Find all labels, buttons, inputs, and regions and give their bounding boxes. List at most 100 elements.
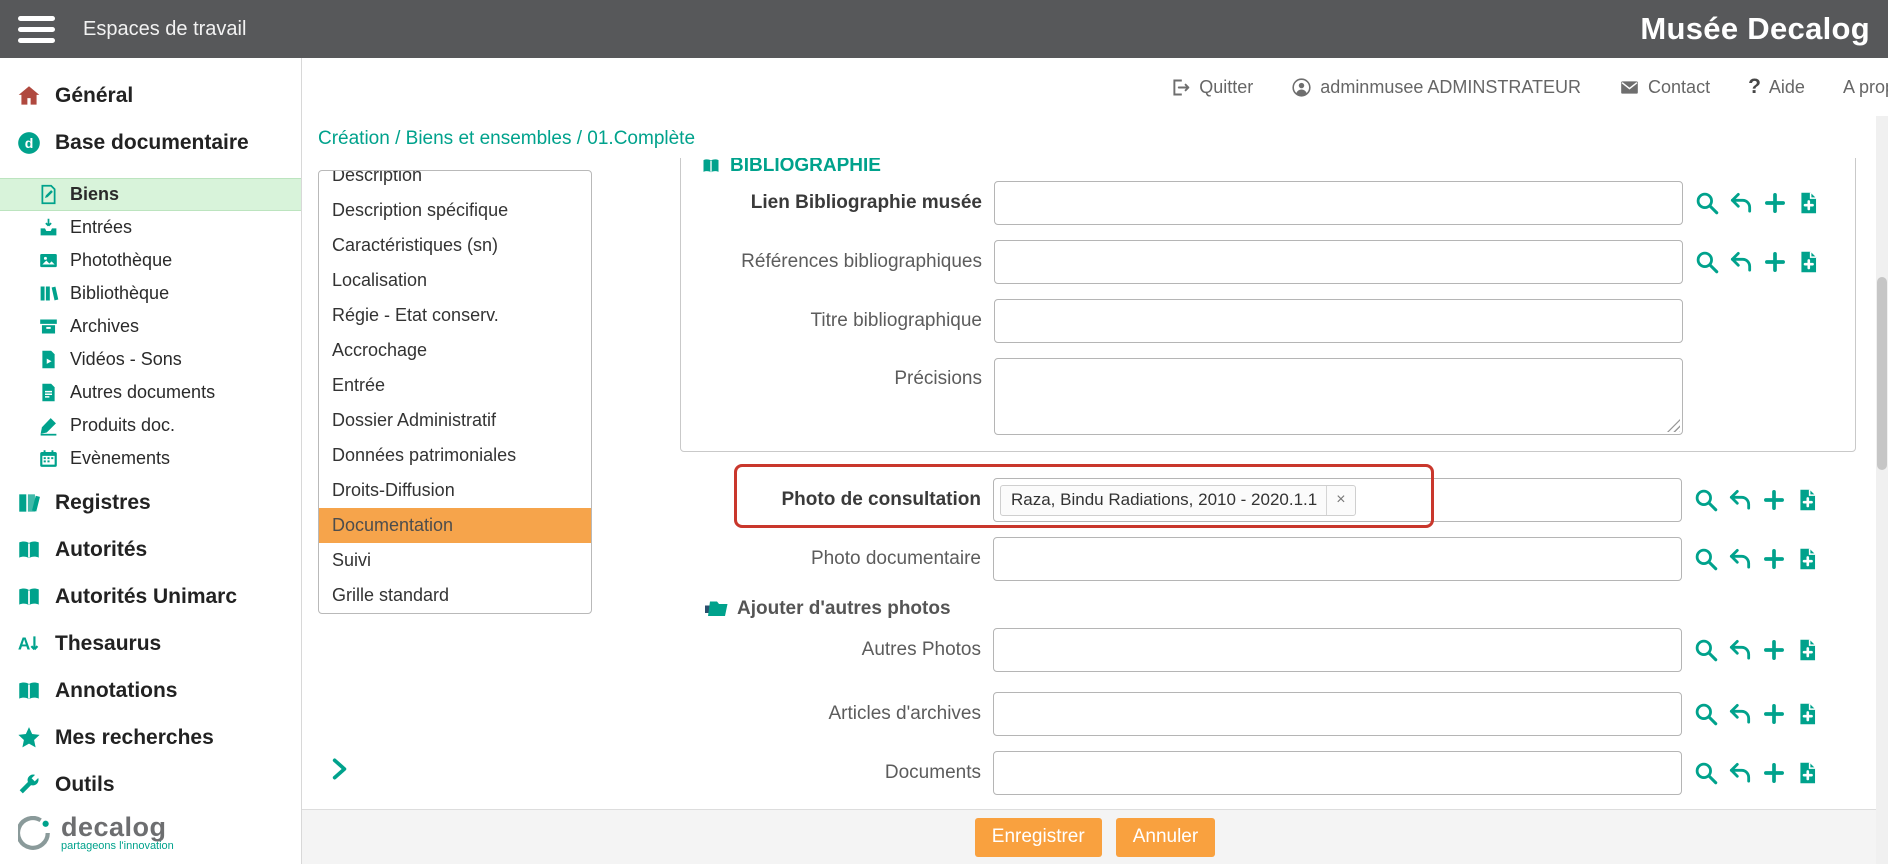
undo-icon[interactable] <box>1727 637 1753 663</box>
precisions-textarea[interactable] <box>994 358 1683 435</box>
undo-icon[interactable] <box>1728 249 1754 275</box>
sidebar-item-mes-recherches[interactable]: Mes recherches <box>0 714 301 761</box>
field-row-documents: Documents <box>680 751 1888 795</box>
sidebar-item-base-documentaire[interactable]: Base documentaire <box>0 119 301 166</box>
documents-input[interactable] <box>993 751 1682 795</box>
sidebar-item-autorites[interactable]: Autorités <box>0 526 301 573</box>
sidebar-item-label: Annotations <box>55 679 177 703</box>
undo-icon[interactable] <box>1728 190 1754 216</box>
titre-bibliographique-input[interactable] <box>994 299 1683 343</box>
field-label: Autres Photos <box>680 639 981 661</box>
sidebar-item-phototheque[interactable]: Photothèque <box>0 244 301 277</box>
add-icon[interactable] <box>1761 487 1787 513</box>
sidebar-item-label: Outils <box>55 773 115 797</box>
sidebar-item-registres[interactable]: Registres <box>0 479 301 526</box>
sidebar-item-thesaurus[interactable]: Thesaurus <box>0 620 301 667</box>
search-icon[interactable] <box>1694 249 1720 275</box>
topbar: Espaces de travail Musée Decalog <box>0 0 1888 58</box>
current-user[interactable]: adminmusee ADMINSTRATEUR <box>1291 77 1581 98</box>
form-nav-item-suivi[interactable]: Suivi <box>319 543 591 578</box>
autres-photos-section-header[interactable]: Ajouter d'autres photos <box>680 596 1888 622</box>
form-nav-item-droits-diffusion[interactable]: Droits-Diffusion <box>319 473 591 508</box>
form-nav-item-description[interactable]: Description <box>319 170 591 193</box>
add-icon[interactable] <box>1761 637 1787 663</box>
new-document-icon[interactable] <box>1796 190 1822 216</box>
search-icon[interactable] <box>1693 487 1719 513</box>
add-icon[interactable] <box>1762 249 1788 275</box>
menu-icon[interactable] <box>18 16 55 43</box>
form-nav-item-caracteristiques[interactable]: Caractéristiques (sn) <box>319 228 591 263</box>
undo-icon[interactable] <box>1727 701 1753 727</box>
sidebar-item-autres-documents[interactable]: Autres documents <box>0 376 301 409</box>
articles-archives-input[interactable] <box>993 692 1682 736</box>
search-icon[interactable] <box>1694 190 1720 216</box>
help-button[interactable]: ? Aide <box>1748 75 1805 99</box>
form-nav-item-dossier-administratif[interactable]: Dossier Administratif <box>319 403 591 438</box>
new-document-icon[interactable] <box>1795 546 1821 572</box>
sidebar-item-general[interactable]: Général <box>0 72 301 119</box>
scrollbar-thumb[interactable] <box>1877 277 1887 470</box>
sidebar: Général Base documentaire Biens Entrées … <box>0 58 302 864</box>
form-nav-item-localisation[interactable]: Localisation <box>319 263 591 298</box>
quit-button[interactable]: Quitter <box>1170 77 1253 98</box>
undo-icon[interactable] <box>1727 487 1753 513</box>
sidebar-item-bibliotheque[interactable]: Bibliothèque <box>0 277 301 310</box>
quit-label: Quitter <box>1199 77 1253 98</box>
open-book-icon <box>16 537 42 563</box>
field-label: Photo de consultation <box>680 489 981 511</box>
sidebar-item-produits-doc[interactable]: Produits doc. <box>0 409 301 442</box>
field-actions <box>1694 181 1822 225</box>
lien-bibliographie-input[interactable] <box>994 181 1683 225</box>
sidebar-item-biens[interactable]: Biens <box>0 178 301 211</box>
new-document-icon[interactable] <box>1796 249 1822 275</box>
sidebar-item-videos-sons[interactable]: Vidéos - Sons <box>0 343 301 376</box>
remove-chip-icon[interactable]: × <box>1326 486 1354 515</box>
add-icon[interactable] <box>1761 546 1787 572</box>
app-title: Musée Decalog <box>1640 11 1874 47</box>
search-icon[interactable] <box>1693 637 1719 663</box>
new-document-icon[interactable] <box>1795 760 1821 786</box>
open-book-icon <box>16 584 42 610</box>
bibliographie-section-header[interactable]: BIBLIOGRAPHIE <box>681 158 1855 181</box>
search-icon[interactable] <box>1693 701 1719 727</box>
autres-photos-input[interactable] <box>993 628 1682 672</box>
form-nav-item-donnees-patrimoniales[interactable]: Données patrimoniales <box>319 438 591 473</box>
sidebar-item-evenements[interactable]: Evènements <box>0 442 301 475</box>
photo-consultation-input[interactable]: Raza, Bindu Radiations, 2010 - 2020.1.1 … <box>993 478 1682 522</box>
undo-icon[interactable] <box>1727 546 1753 572</box>
sidebar-item-autorites-unimarc[interactable]: Autorités Unimarc <box>0 573 301 620</box>
expand-panel-chevron-icon[interactable] <box>326 754 352 784</box>
new-document-icon[interactable] <box>1795 637 1821 663</box>
photo-documentaire-input[interactable] <box>993 537 1682 581</box>
document-lines-icon <box>38 382 59 403</box>
search-icon[interactable] <box>1693 546 1719 572</box>
form-nav-item-grille-standard[interactable]: Grille standard <box>319 578 591 613</box>
contact-button[interactable]: Contact <box>1619 77 1710 98</box>
search-icon[interactable] <box>1693 760 1719 786</box>
field-row-titre-bibliographique: Titre bibliographique <box>681 299 1855 343</box>
field-label: Références bibliographiques <box>681 251 982 273</box>
add-icon[interactable] <box>1762 190 1788 216</box>
workspace-label: Espaces de travail <box>83 18 246 41</box>
new-document-icon[interactable] <box>1795 701 1821 727</box>
add-icon[interactable] <box>1761 760 1787 786</box>
form-nav-item-description-specifique[interactable]: Description spécifique <box>319 193 591 228</box>
vertical-scrollbar[interactable] <box>1876 116 1888 864</box>
sidebar-item-entrees[interactable]: Entrées <box>0 211 301 244</box>
main-content: Quitter adminmusee ADMINSTRATEUR Contact… <box>302 58 1888 864</box>
sidebar-item-outils[interactable]: Outils <box>0 761 301 808</box>
undo-icon[interactable] <box>1727 760 1753 786</box>
sidebar-item-archives[interactable]: Archives <box>0 310 301 343</box>
save-button[interactable]: Enregistrer <box>975 818 1102 857</box>
about-button[interactable]: A propos <box>1843 77 1888 98</box>
references-bibliographiques-input[interactable] <box>994 240 1683 284</box>
field-label: Précisions <box>681 358 982 390</box>
cancel-button[interactable]: Annuler <box>1116 818 1216 857</box>
add-icon[interactable] <box>1761 701 1787 727</box>
new-document-icon[interactable] <box>1795 487 1821 513</box>
form-nav-item-regie[interactable]: Régie - Etat conserv. <box>319 298 591 333</box>
form-nav-item-entree[interactable]: Entrée <box>319 368 591 403</box>
form-nav-item-accrochage[interactable]: Accrochage <box>319 333 591 368</box>
form-nav-item-documentation[interactable]: Documentation <box>319 508 591 543</box>
sidebar-item-annotations[interactable]: Annotations <box>0 667 301 714</box>
